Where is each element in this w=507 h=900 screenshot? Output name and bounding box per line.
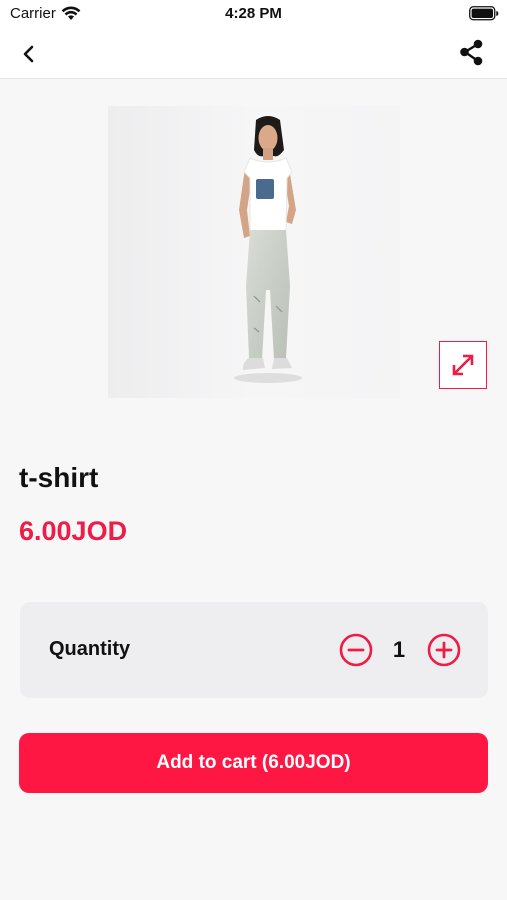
expand-image-button[interactable] [439,341,487,389]
clock: 4:28 PM [225,5,282,22]
product-photo [108,106,400,398]
plus-circle-icon [427,633,461,667]
increase-quantity-button[interactable] [427,633,461,667]
minus-circle-icon [339,633,373,667]
navigation-bar [0,28,507,79]
product-price: 6.00JOD [19,516,128,546]
battery-icon [469,6,499,21]
quantity-selector: Quantity 1 [20,602,488,698]
quantity-value: 1 [392,637,406,662]
status-bar: Carrier 4:28 PM [0,0,507,28]
share-button[interactable] [456,38,488,68]
chevron-left-icon [23,45,34,63]
add-to-cart-button[interactable]: Add to cart (6.00JOD) [19,733,488,793]
product-image[interactable] [108,106,400,398]
decrease-quantity-button[interactable] [339,633,373,667]
product-title: t-shirt [19,462,99,493]
share-icon [460,39,483,66]
back-button[interactable] [14,40,44,68]
quantity-label: Quantity [49,638,131,660]
product-detail-screen: Carrier 4:28 PM t-shirt 6.00JOD Quantity… [0,0,507,900]
expand-arrows-icon [452,354,474,376]
